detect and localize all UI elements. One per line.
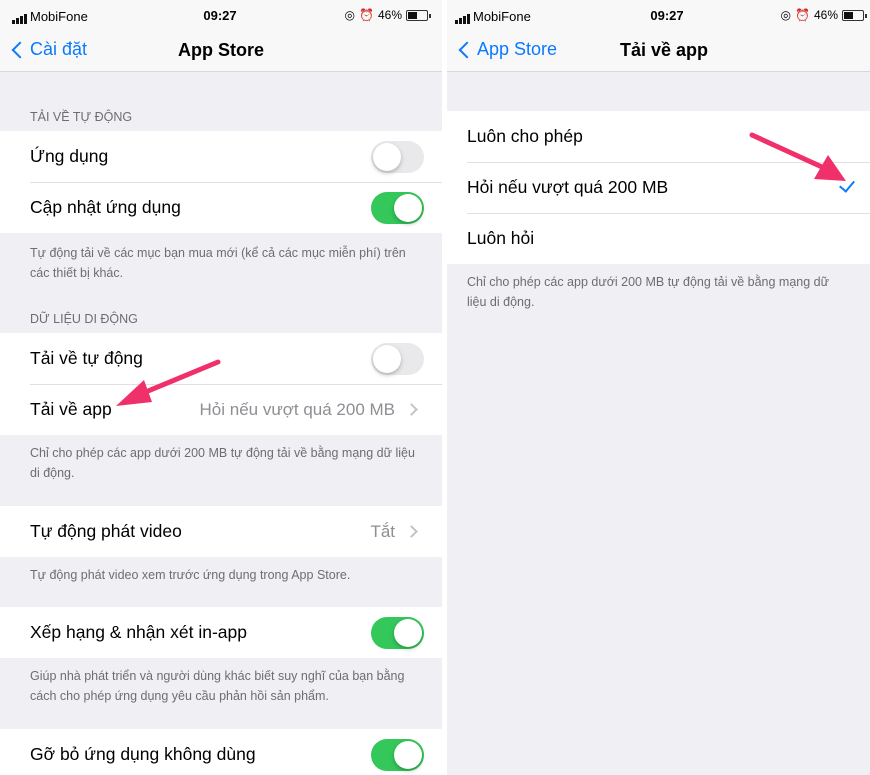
battery-icon	[406, 9, 431, 21]
page-title: Tải về app	[620, 40, 709, 60]
toggle-knob	[373, 344, 401, 373]
offload-apps-toggle[interactable]	[371, 738, 424, 771]
alarm-icon: ⏰	[359, 8, 374, 22]
app-downloads-value: Hỏi nếu vượt quá 200 MB	[199, 399, 395, 419]
option-always-ask[interactable]: Luôn hỏi	[447, 213, 870, 264]
carrier-name: MobiFone	[30, 9, 88, 24]
carrier-indicator: MobiFone	[455, 9, 531, 24]
status-right: ◎ ⏰ 46%	[344, 8, 431, 22]
carrier-indicator: MobiFone	[12, 9, 88, 24]
chevron-right-icon	[405, 525, 418, 538]
cellular-auto-download-label: Tải về tự động	[30, 348, 143, 368]
cellular-auto-download-toggle[interactable]	[371, 342, 424, 375]
toggle-knob	[373, 142, 401, 171]
video-autoplay-label: Tự động phát video	[30, 521, 182, 541]
checkmark-icon	[839, 176, 855, 193]
alarm-icon: ⏰	[795, 8, 810, 22]
location-icon: ◎	[344, 8, 356, 22]
app-downloads-label: Tải về app	[30, 399, 112, 419]
back-button[interactable]: App Store	[457, 39, 557, 60]
carrier-name: MobiFone	[473, 9, 531, 24]
cellular-data-footer: Chỉ cho phép các app dưới 200 MB tự động…	[30, 446, 415, 480]
battery-percent: 46%	[813, 8, 838, 22]
apps-toggle[interactable]	[371, 140, 424, 173]
status-bar: MobiFone 09:27 ◎ ⏰ 46%	[447, 0, 870, 30]
status-time: 09:27	[650, 8, 684, 23]
chevron-left-icon	[458, 41, 476, 58]
battery-percent: 46%	[377, 8, 402, 22]
location-icon: ◎	[780, 8, 792, 22]
video-autoplay-footer: Tự động phát video xem trước ứng dụng tr…	[30, 568, 351, 582]
signal-icon	[455, 14, 470, 24]
option-label: Hỏi nếu vượt quá 200 MB	[467, 177, 669, 197]
toggle-knob	[394, 193, 422, 222]
auto-downloads-group: Ứng dụng Cập nhật ứng dụng	[0, 131, 442, 233]
video-autoplay-row[interactable]: Tự động phát video Tắt	[0, 506, 442, 557]
apps-row: Ứng dụng	[0, 131, 442, 182]
in-app-ratings-toggle[interactable]	[371, 616, 424, 649]
in-app-ratings-label: Xếp hạng & nhận xét in-app	[30, 622, 247, 642]
offload-apps-label: Gỡ bỏ ứng dụng không dùng	[30, 744, 256, 764]
option-label: Luôn hỏi	[467, 228, 535, 248]
app-updates-row: Cập nhật ứng dụng	[0, 182, 442, 233]
in-app-ratings-row: Xếp hạng & nhận xét in-app	[0, 607, 442, 658]
status-right: ◎ ⏰ 46%	[780, 8, 867, 22]
toggle-knob	[394, 740, 422, 769]
navigation-bar: Cài đặt App Store	[0, 30, 442, 72]
in-app-ratings-footer: Giúp nhà phát triển và người dùng khác b…	[30, 669, 405, 703]
app-downloads-row[interactable]: Tải về app Hỏi nếu vượt quá 200 MB	[0, 384, 442, 435]
battery-icon	[842, 9, 867, 21]
signal-icon	[12, 14, 27, 24]
status-bar: MobiFone 09:27 ◎ ⏰ 46%	[0, 0, 442, 30]
option-always-allow[interactable]: Luôn cho phép	[447, 111, 870, 162]
offload-apps-row: Gỡ bỏ ứng dụng không dùng	[0, 729, 442, 775]
cellular-data-header: DỮ LIỆU DI ĐỘNG	[30, 312, 138, 326]
toggle-knob	[394, 618, 422, 647]
settings-app-store-screen: MobiFone 09:27 ◎ ⏰ 46% Cài đặt App Store…	[0, 0, 442, 775]
option-ask-over-200mb[interactable]: Hỏi nếu vượt quá 200 MB	[447, 162, 870, 213]
apps-label: Ứng dụng	[30, 146, 109, 166]
app-updates-label: Cập nhật ứng dụng	[30, 197, 181, 217]
download-options-group: Luôn cho phép Hỏi nếu vượt quá 200 MB Lu…	[447, 111, 870, 264]
app-updates-toggle[interactable]	[371, 191, 424, 224]
video-autoplay-value: Tắt	[370, 521, 395, 541]
cellular-auto-download-row: Tải về tự động	[0, 333, 442, 384]
offload-group: Gỡ bỏ ứng dụng không dùng	[0, 729, 442, 775]
auto-downloads-footer: Tự động tải về các mục bạn mua mới (kể c…	[30, 246, 406, 280]
page-title: App Store	[177, 40, 264, 60]
navigation-bar: App Store Tải về app	[447, 30, 870, 72]
chevron-right-icon	[405, 403, 418, 416]
option-label: Luôn cho phép	[467, 126, 583, 146]
status-time: 09:27	[203, 8, 237, 23]
auto-downloads-header: TẢI VỀ TỰ ĐỘNG	[30, 110, 133, 124]
cellular-data-group: Tải về tự động Tải về app Hỏi nếu vượt q…	[0, 333, 442, 435]
ratings-group: Xếp hạng & nhận xét in-app	[0, 607, 442, 658]
back-label: App Store	[477, 39, 558, 59]
video-autoplay-group: Tự động phát video Tắt	[0, 506, 442, 557]
app-downloads-screen: MobiFone 09:27 ◎ ⏰ 46% App Store Tải về …	[447, 0, 870, 775]
download-options-footer: Chỉ cho phép các app dưới 200 MB tự động…	[467, 275, 829, 309]
